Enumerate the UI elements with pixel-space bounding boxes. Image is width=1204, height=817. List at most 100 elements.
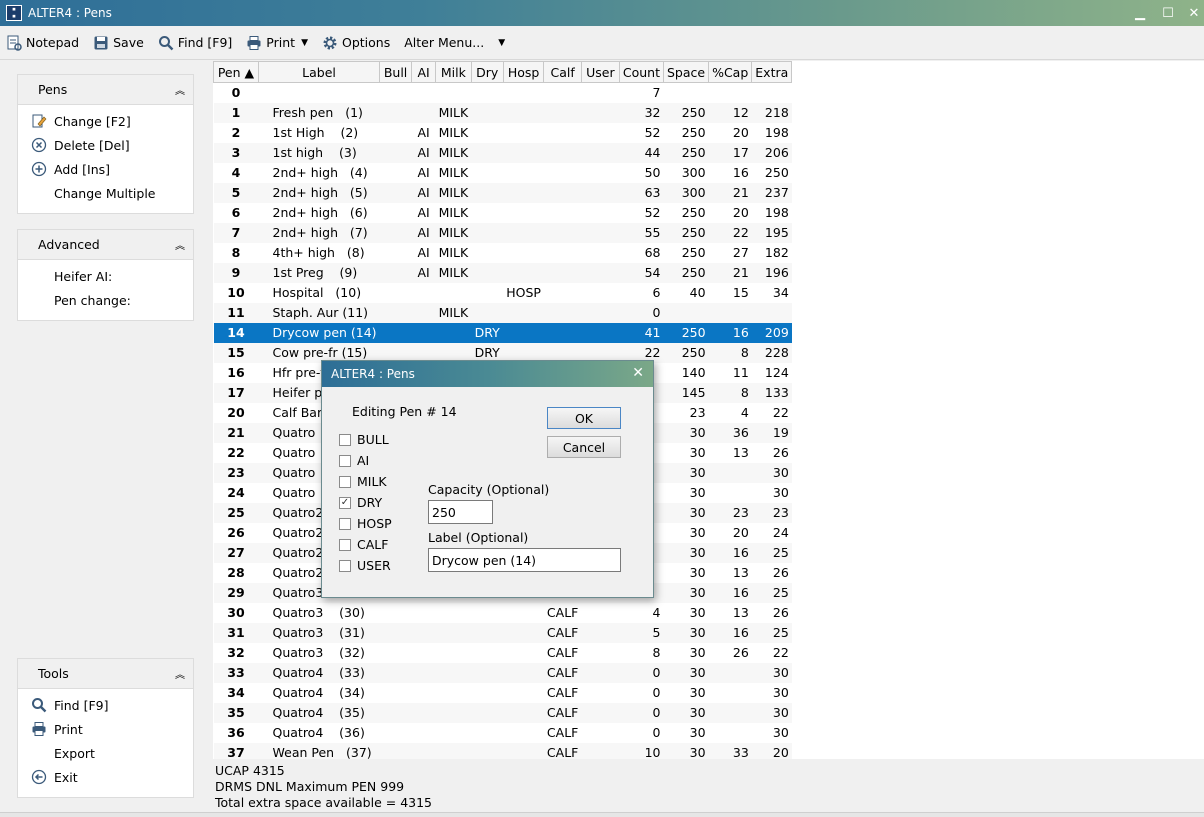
exit-icon [30,768,48,786]
checkbox-bull[interactable]: BULL [339,432,389,447]
table-row[interactable]: 2 1st High (2) AI MILK 52 250 20 198 [214,123,792,143]
column-header-dry[interactable]: Dry [470,61,504,83]
checkbox-box[interactable] [339,538,351,551]
pens-panel-header[interactable]: Pens ︽ [18,75,193,105]
column-header-hosp[interactable]: Hosp [502,61,545,83]
search-icon [158,35,174,50]
cell-count: 0 [619,302,664,323]
save-button[interactable]: Save [93,31,144,55]
table-row[interactable]: 11 Staph. Aur (11) MILK 0 [213,302,792,323]
table-row[interactable]: 3 1st high (3) AI MILK 44 250 17 206 [213,142,792,163]
add-pen-link[interactable]: Add [Ins] [30,157,193,181]
table-row[interactable]: 30 Quatro3 (30) CALF 4 30 13 26 [214,603,792,623]
table-row[interactable]: 14 Drycow pen (14) DRY 41 250 16 209 [213,322,792,343]
column-header-label[interactable]: Label [257,61,381,83]
column-header-bull[interactable]: Bull [379,61,413,83]
table-row[interactable]: 1 Fresh pen (1) MILK 32 250 12 218 [213,102,792,123]
change-pen-link[interactable]: Change [F2] [30,109,193,133]
collapse-icon[interactable]: ︽ [175,237,185,252]
column-header-calf[interactable]: Calf [543,61,582,83]
dialog-close-icon[interactable]: ✕ [632,365,644,381]
heifer-ai-link[interactable]: Heifer AI: [30,264,193,288]
table-row[interactable]: 31 Quatro3 (31) CALF 5 30 16 25 [213,622,792,643]
maximize-button[interactable]: ☐ [1154,0,1182,26]
checkbox-hosp[interactable]: HOSP [339,516,392,531]
tools-find-link[interactable]: Find [F9] [30,693,193,717]
checkbox-ai[interactable]: AI [339,453,369,468]
label-field-label: Label (Optional) [428,530,529,545]
cell-hosp [503,662,544,683]
cell-ai: AI [417,125,430,140]
delete-pen-link[interactable]: Delete [Del] [30,133,193,157]
notepad-button[interactable]: Notepad [6,31,79,55]
ok-button[interactable]: OK [547,407,621,429]
table-row[interactable]: 32 Quatro3 (32) CALF 8 30 26 22 [214,643,792,663]
table-row[interactable]: 37 Wean Pen (37) CALF 10 30 33 20 [213,742,792,759]
table-row[interactable]: 4 2nd+ high (4) AI MILK 50 300 16 250 [214,163,792,183]
print-button[interactable]: Print ▼ [246,31,308,55]
change-multiple-link[interactable]: Change Multiple [30,181,193,205]
table-row[interactable]: 10 Hospital (10) HOSP 6 40 15 34 [214,283,792,303]
options-button[interactable]: Options [322,31,390,55]
column-header-extra[interactable]: Extra [751,61,793,83]
checkbox-box[interactable] [339,454,351,467]
pen-change-link[interactable]: Pen change: [30,288,193,312]
checkbox-calf[interactable]: CALF [339,537,388,552]
table-row[interactable]: 9 1st Preg (9) AI MILK 54 250 21 196 [213,262,792,283]
change-multiple-label: Change Multiple [54,185,156,201]
tools-panel-header[interactable]: Tools ︽ [18,659,193,689]
checkbox-user[interactable]: USER [339,558,391,573]
pens-panel-title: Pens [38,82,68,97]
table-row[interactable]: 34 Quatro4 (34) CALF 0 30 30 [214,683,792,703]
checkbox-box[interactable] [339,559,351,572]
column-header-user[interactable]: User [580,61,620,83]
table-row[interactable]: 36 Quatro4 (36) CALF 0 30 30 [214,723,792,743]
column-header-milk[interactable]: Milk [435,61,472,83]
checkbox-box[interactable]: ✓ [339,496,351,509]
checkbox-box[interactable] [339,433,351,446]
dialog-title-bar[interactable]: ALTER4 : Pens ✕ [322,361,653,387]
table-row[interactable]: 35 Quatro4 (35) CALF 0 30 30 [213,702,792,723]
table-row[interactable]: 8 4th+ high (8) AI MILK 68 250 27 182 [214,243,792,263]
capacity-input[interactable]: 250 [428,500,493,524]
table-row[interactable]: 33 Quatro4 (33) CALF 0 30 30 [213,662,792,683]
print-dropdown-icon[interactable]: ▼ [301,38,308,48]
cancel-button[interactable]: Cancel [547,436,621,458]
table-row[interactable]: 5 2nd+ high (5) AI MILK 63 300 21 237 [213,182,792,203]
collapse-icon[interactable]: ︽ [175,82,185,97]
label-input[interactable]: Drycow pen (14) [428,548,621,572]
column-header-ai[interactable]: AI [411,61,437,83]
cell-pcap: 15 [732,285,749,300]
cell-dry [471,622,504,643]
tools-panel-title: Tools [38,666,69,681]
find-button[interactable]: Find [F9] [158,31,232,55]
close-button[interactable]: ✕ [1180,0,1204,26]
table-row[interactable]: 6 2nd+ high (6) AI MILK 52 250 20 198 [214,203,792,223]
tools-export-link[interactable]: Export [30,741,193,765]
advanced-panel-header[interactable]: Advanced ︽ [18,230,193,260]
cell-count: 0 [652,685,661,700]
cell-label: Staph. Aur (11) [258,302,380,323]
add-pen-label: Add [Ins] [54,161,111,177]
collapse-icon[interactable]: ︽ [175,666,185,681]
cell-space: 30 [663,622,709,643]
checkbox-box[interactable] [339,475,351,488]
table-row[interactable]: 7 2nd+ high (7) AI MILK 55 250 22 195 [213,222,792,243]
checkbox-box[interactable] [339,517,351,530]
column-header-count[interactable]: Count [618,61,664,83]
column-header-space[interactable]: Space [662,61,710,83]
cell-dry [471,222,504,243]
checkbox-dry[interactable]: ✓ DRY [339,495,382,510]
table-row[interactable]: 07 [214,83,792,103]
checkbox-milk[interactable]: MILK [339,474,387,489]
tools-exit-link[interactable]: Exit [30,765,193,789]
alter-menu-dropdown-icon[interactable]: ▼ [498,38,505,48]
minimize-button[interactable]: ▁ [1126,0,1154,26]
column-header-pcap[interactable]: %Cap [708,61,753,83]
alter-menu-button[interactable]: Alter Menu... ▼ [404,31,505,55]
tools-print-link[interactable]: Print [30,717,193,741]
checkbox-label: AI [357,453,370,468]
cell-pen: 37 [213,742,259,759]
cell-pcap [709,723,752,743]
column-header-pen[interactable]: Pen ▲ [213,61,259,83]
